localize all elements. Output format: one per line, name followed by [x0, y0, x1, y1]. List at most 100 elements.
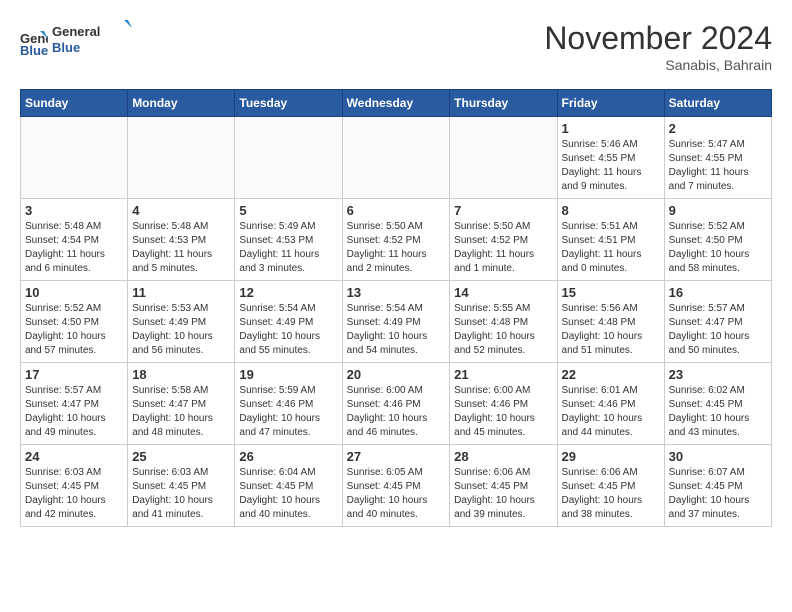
title-block: November 2024 Sanabis, Bahrain	[544, 20, 772, 73]
calendar-cell: 19 Sunrise: 5:59 AMSunset: 4:46 PMDayligh…	[235, 363, 342, 445]
calendar-cell: 25 Sunrise: 6:03 AMSunset: 4:45 PMDayligh…	[128, 445, 235, 527]
calendar-cell: 23 Sunrise: 6:02 AMSunset: 4:45 PMDayligh…	[664, 363, 771, 445]
calendar-week-5: 24 Sunrise: 6:03 AMSunset: 4:45 PMDayligh…	[21, 445, 772, 527]
day-number: 6	[347, 203, 446, 218]
calendar-cell: 21Sunrise: 6:00 AMSunset: 4:46 PMDayligh…	[450, 363, 557, 445]
day-number: 13	[347, 285, 446, 300]
day-info: Sunrise: 5:53 AMSunset: 4:49 PMDaylight:…	[132, 302, 230, 358]
calendar-cell: 3 Sunrise: 5:48 AMSunset: 4:54 PMDaylight…	[21, 199, 128, 281]
calendar-cell: 30 Sunrise: 6:07 AMSunset: 4:45 PMDayligh…	[664, 445, 771, 527]
day-number: 30	[669, 449, 767, 464]
day-number: 1	[562, 121, 660, 136]
day-info: Sunrise: 6:04 AMSunset: 4:45 PMDaylight:…	[239, 466, 337, 522]
calendar-cell: 2 Sunrise: 5:47 AMSunset: 4:55 PMDaylight…	[664, 117, 771, 199]
calendar-cell: 29 Sunrise: 6:06 AMSunset: 4:45 PMDayligh…	[557, 445, 664, 527]
calendar-cell: 15Sunrise: 5:56 AMSunset: 4:48 PMDayligh…	[557, 281, 664, 363]
day-number: 18	[132, 367, 230, 382]
day-number: 14	[454, 285, 552, 300]
calendar-cell	[21, 117, 128, 199]
day-info: Sunrise: 6:05 AMSunset: 4:45 PMDaylight:…	[347, 466, 446, 522]
day-info: Sunrise: 6:02 AMSunset: 4:45 PMDaylight:…	[669, 384, 767, 440]
day-info: Sunrise: 5:57 AMSunset: 4:47 PMDaylight:…	[669, 302, 767, 358]
logo-icon: General Blue	[20, 29, 48, 57]
svg-text:Blue: Blue	[52, 40, 80, 55]
day-number: 27	[347, 449, 446, 464]
location: Sanabis, Bahrain	[544, 57, 772, 73]
day-number: 26	[239, 449, 337, 464]
calendar-cell: 20Sunrise: 6:00 AMSunset: 4:46 PMDayligh…	[342, 363, 450, 445]
day-info: Sunrise: 6:06 AMSunset: 4:45 PMDaylight:…	[454, 466, 552, 522]
day-info: Sunrise: 6:03 AMSunset: 4:45 PMDaylight:…	[132, 466, 230, 522]
calendar-cell: 12 Sunrise: 5:54 AMSunset: 4:49 PMDayligh…	[235, 281, 342, 363]
weekday-header-wednesday: Wednesday	[342, 90, 450, 117]
day-number: 28	[454, 449, 552, 464]
calendar-cell	[128, 117, 235, 199]
calendar-table: SundayMondayTuesdayWednesdayThursdayFrid…	[20, 89, 772, 527]
calendar-cell	[342, 117, 450, 199]
calendar-cell: 14 Sunrise: 5:55 AMSunset: 4:48 PMDayligh…	[450, 281, 557, 363]
day-info: Sunrise: 5:47 AMSunset: 4:55 PMDaylight:…	[669, 138, 767, 194]
logo-wordmark: General Blue	[52, 20, 132, 65]
day-number: 25	[132, 449, 230, 464]
calendar-cell: 16 Sunrise: 5:57 AMSunset: 4:47 PMDayligh…	[664, 281, 771, 363]
calendar-cell: 6 Sunrise: 5:50 AMSunset: 4:52 PMDaylight…	[342, 199, 450, 281]
day-info: Sunrise: 5:46 AMSunset: 4:55 PMDaylight:…	[562, 138, 660, 194]
day-info: Sunrise: 5:57 AMSunset: 4:47 PMDaylight:…	[25, 384, 123, 440]
calendar-cell: 22Sunrise: 6:01 AMSunset: 4:46 PMDayligh…	[557, 363, 664, 445]
day-number: 10	[25, 285, 123, 300]
day-number: 3	[25, 203, 123, 218]
day-number: 20	[347, 367, 446, 382]
weekday-header-sunday: Sunday	[21, 90, 128, 117]
day-info: Sunrise: 5:52 AMSunset: 4:50 PMDaylight:…	[25, 302, 123, 358]
day-number: 24	[25, 449, 123, 464]
calendar-cell: 18Sunrise: 5:58 AMSunset: 4:47 PMDayligh…	[128, 363, 235, 445]
day-info: Sunrise: 5:50 AMSunset: 4:52 PMDaylight:…	[347, 220, 446, 276]
day-info: Sunrise: 5:48 AMSunset: 4:53 PMDaylight:…	[132, 220, 230, 276]
svg-text:Blue: Blue	[20, 43, 48, 57]
weekday-header-row: SundayMondayTuesdayWednesdayThursdayFrid…	[21, 90, 772, 117]
day-number: 4	[132, 203, 230, 218]
day-info: Sunrise: 6:00 AMSunset: 4:46 PMDaylight:…	[454, 384, 552, 440]
month-title: November 2024	[544, 20, 772, 57]
day-info: Sunrise: 6:07 AMSunset: 4:45 PMDaylight:…	[669, 466, 767, 522]
weekday-header-thursday: Thursday	[450, 90, 557, 117]
calendar-week-2: 3 Sunrise: 5:48 AMSunset: 4:54 PMDaylight…	[21, 199, 772, 281]
day-info: Sunrise: 5:59 AMSunset: 4:46 PMDaylight:…	[239, 384, 337, 440]
weekday-header-monday: Monday	[128, 90, 235, 117]
day-info: Sunrise: 5:54 AMSunset: 4:49 PMDaylight:…	[347, 302, 446, 358]
day-number: 16	[669, 285, 767, 300]
day-info: Sunrise: 5:48 AMSunset: 4:54 PMDaylight:…	[25, 220, 123, 276]
day-number: 19	[239, 367, 337, 382]
logo: General Blue General Blue	[20, 20, 132, 65]
weekday-header-saturday: Saturday	[664, 90, 771, 117]
day-info: Sunrise: 5:56 AMSunset: 4:48 PMDaylight:…	[562, 302, 660, 358]
day-number: 29	[562, 449, 660, 464]
calendar-cell: 24 Sunrise: 6:03 AMSunset: 4:45 PMDayligh…	[21, 445, 128, 527]
calendar-cell	[450, 117, 557, 199]
day-info: Sunrise: 5:50 AMSunset: 4:52 PMDaylight:…	[454, 220, 552, 276]
day-number: 17	[25, 367, 123, 382]
day-info: Sunrise: 5:52 AMSunset: 4:50 PMDaylight:…	[669, 220, 767, 276]
calendar-cell: 10 Sunrise: 5:52 AMSunset: 4:50 PMDayligh…	[21, 281, 128, 363]
calendar-cell: 9Sunrise: 5:52 AMSunset: 4:50 PMDaylight…	[664, 199, 771, 281]
calendar-cell: 26 Sunrise: 6:04 AMSunset: 4:45 PMDayligh…	[235, 445, 342, 527]
day-info: Sunrise: 6:03 AMSunset: 4:45 PMDaylight:…	[25, 466, 123, 522]
day-info: Sunrise: 5:54 AMSunset: 4:49 PMDaylight:…	[239, 302, 337, 358]
calendar-cell: 5Sunrise: 5:49 AMSunset: 4:53 PMDaylight…	[235, 199, 342, 281]
calendar-cell: 17 Sunrise: 5:57 AMSunset: 4:47 PMDayligh…	[21, 363, 128, 445]
page-header: General Blue General Blue November 2024 …	[20, 20, 772, 73]
day-info: Sunrise: 6:06 AMSunset: 4:45 PMDaylight:…	[562, 466, 660, 522]
day-number: 2	[669, 121, 767, 136]
day-number: 23	[669, 367, 767, 382]
calendar-cell: 7Sunrise: 5:50 AMSunset: 4:52 PMDaylight…	[450, 199, 557, 281]
weekday-header-tuesday: Tuesday	[235, 90, 342, 117]
day-info: Sunrise: 5:49 AMSunset: 4:53 PMDaylight:…	[239, 220, 337, 276]
calendar-cell: 1 Sunrise: 5:46 AMSunset: 4:55 PMDaylight…	[557, 117, 664, 199]
day-info: Sunrise: 5:55 AMSunset: 4:48 PMDaylight:…	[454, 302, 552, 358]
day-number: 12	[239, 285, 337, 300]
day-info: Sunrise: 5:51 AMSunset: 4:51 PMDaylight:…	[562, 220, 660, 276]
calendar-cell: 11Sunrise: 5:53 AMSunset: 4:49 PMDayligh…	[128, 281, 235, 363]
day-info: Sunrise: 6:01 AMSunset: 4:46 PMDaylight:…	[562, 384, 660, 440]
calendar-cell: 13 Sunrise: 5:54 AMSunset: 4:49 PMDayligh…	[342, 281, 450, 363]
weekday-header-friday: Friday	[557, 90, 664, 117]
